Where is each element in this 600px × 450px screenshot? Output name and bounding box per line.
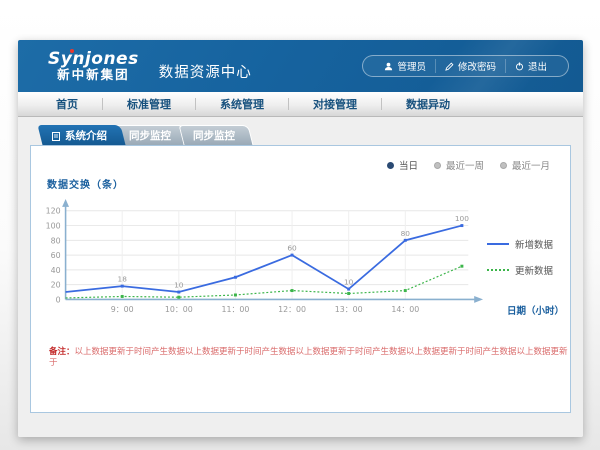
chart-container: 0 20 40 60 80 100 120 9：00 10：00 11：00 12：00 13：00 1… — [31, 193, 570, 331]
svg-text:18: 18 — [118, 275, 128, 284]
svg-text:12：00: 12：00 — [278, 305, 306, 314]
svg-text:80: 80 — [401, 229, 411, 238]
legend-item-updated-data: 更新数据 — [487, 263, 569, 277]
company-logo: Synjones 新中新集团 — [48, 51, 139, 82]
nav-item-interface-mgmt[interactable]: 对接管理 — [289, 96, 381, 112]
page-title: 数据资源中心 — [159, 61, 252, 82]
nav-item-standard-mgmt[interactable]: 标准管理 — [103, 96, 195, 112]
svg-text:60: 60 — [287, 244, 297, 253]
logout-button[interactable]: 退出 — [505, 59, 556, 73]
change-password-button[interactable]: 修改密码 — [435, 59, 505, 73]
svg-text:100: 100 — [46, 222, 61, 231]
main-nav: 首页 标准管理 系统管理 对接管理 数据异动 — [18, 92, 583, 117]
y-axis-title: 数据交换（条） — [47, 176, 570, 191]
footnote: 备注：以上数据更新于时间产生数据以上数据更新于时间产生数据以上数据更新于时间产生… — [31, 347, 570, 369]
nav-item-system-mgmt[interactable]: 系统管理 — [196, 96, 288, 112]
solid-line-icon — [487, 243, 509, 245]
svg-text:13：00: 13：00 — [335, 305, 363, 314]
nav-item-home[interactable]: 首页 — [32, 96, 102, 112]
tab-sync-monitor-1[interactable]: 同步监控 — [117, 125, 187, 145]
line-chart: 0 20 40 60 80 100 120 9：00 10：00 11：00 12：00 13：00 1… — [39, 193, 487, 331]
svg-text:14：00: 14：00 — [391, 305, 419, 314]
tab-system-intro[interactable]: 系统介绍 — [40, 125, 123, 145]
app-window: Synjones 新中新集团 数据资源中心 管理员 修改密码 退出 — [18, 40, 583, 437]
document-icon — [52, 126, 60, 145]
user-menu: 管理员 修改密码 退出 — [362, 55, 569, 77]
logo-brand-text: Synjones — [48, 51, 139, 69]
svg-text:9：00: 9：00 — [111, 305, 134, 314]
logout-icon — [515, 62, 524, 71]
time-filter-option[interactable]: 最近一月 — [500, 158, 550, 172]
svg-text:10：00: 10：00 — [165, 305, 193, 314]
svg-text:0: 0 — [56, 295, 61, 304]
x-axis-title: 日期（小时） — [507, 303, 564, 317]
svg-text:11：00: 11：00 — [221, 305, 249, 314]
tab-sync-monitor-2[interactable]: 同步监控 — [181, 125, 251, 145]
legend-item-new-data: 新增数据 — [487, 237, 569, 251]
content-area: 系统介绍 同步监控 同步监控 当日 最近一周 — [18, 117, 583, 437]
chart-panel: 当日 最近一周 最近一月 数据交换（条） 0 20 40 60 80 100 120 9：00… — [30, 145, 571, 413]
svg-text:80: 80 — [51, 236, 61, 245]
svg-text:60: 60 — [51, 251, 61, 260]
radio-icon — [387, 162, 394, 169]
time-filter-option[interactable]: 最近一周 — [434, 158, 484, 172]
nav-item-data-change[interactable]: 数据异动 — [382, 96, 474, 112]
svg-text:100: 100 — [455, 214, 469, 223]
svg-text:120: 120 — [46, 207, 61, 216]
app-header: Synjones 新中新集团 数据资源中心 管理员 修改密码 退出 — [18, 40, 583, 92]
radio-icon — [500, 162, 507, 169]
user-icon — [384, 62, 393, 71]
svg-text:10: 10 — [174, 281, 184, 290]
footnote-label: 备注： — [49, 347, 75, 357]
svg-text:10: 10 — [344, 278, 354, 287]
tab-bar: 系统介绍 同步监控 同步监控 — [40, 125, 571, 145]
current-user-button[interactable]: 管理员 — [375, 59, 435, 73]
dotted-line-icon — [487, 269, 509, 271]
svg-text:40: 40 — [51, 266, 61, 275]
svg-text:20: 20 — [51, 281, 61, 290]
time-filter-option[interactable]: 当日 — [387, 158, 418, 172]
footnote-text: 以上数据更新于时间产生数据以上数据更新于时间产生数据以上数据更新于时间产生数据以… — [49, 347, 568, 368]
edit-icon — [445, 62, 454, 71]
logo-company-name: 新中新集团 — [48, 68, 139, 81]
radio-icon — [434, 162, 441, 169]
time-filter-group: 当日 最近一周 最近一月 — [387, 158, 550, 172]
